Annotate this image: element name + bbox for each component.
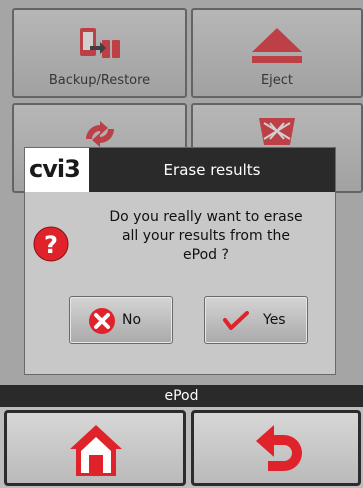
no-button-label: No (122, 312, 142, 328)
cvi3-logo: cvi3 (25, 148, 89, 192)
checkmark-icon (223, 311, 249, 330)
question-icon: ? (33, 226, 69, 262)
yes-button-label: Yes (263, 312, 286, 328)
context-bar: ePod (0, 385, 363, 407)
home-icon (70, 425, 122, 476)
dialog-header: cvi3 Erase results (25, 148, 335, 192)
erase-results-dialog: cvi3 Erase results ? Do you really want … (24, 147, 336, 375)
dialog-message: Do you really want to erase all your res… (109, 209, 303, 263)
back-button[interactable] (191, 410, 361, 486)
no-button[interactable]: No (69, 296, 173, 344)
dialog-title: Erase results (163, 161, 261, 179)
screen: Backup/Restore Eject cvi3 Erase results (0, 0, 363, 488)
back-arrow-icon (256, 425, 302, 471)
cancel-x-icon (89, 308, 115, 334)
home-button[interactable] (4, 410, 186, 486)
yes-button[interactable]: Yes (204, 296, 308, 344)
svg-text:?: ? (44, 231, 58, 259)
